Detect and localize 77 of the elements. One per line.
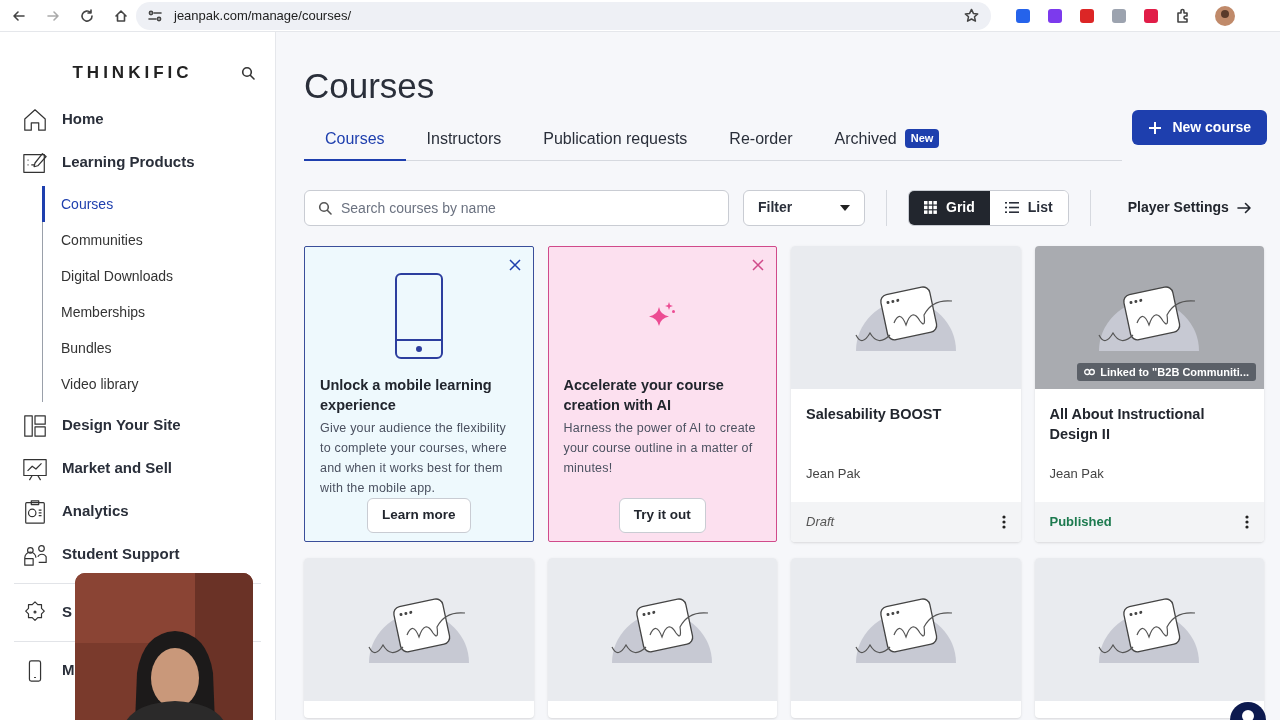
home-icon[interactable]: [114, 8, 128, 23]
link-icon: [1084, 368, 1096, 376]
clipboard-chart-icon: [22, 498, 48, 525]
page-title: Courses: [304, 65, 436, 106]
course-title: Salesability BOOST: [806, 405, 943, 424]
course-card[interactable]: Linked to "B2B Communiti... All About Instructional Design II Jean Pak Published: [1034, 246, 1264, 542]
filter-dropdown[interactable]: Filter: [743, 189, 865, 226]
more-options-icon[interactable]: [1001, 515, 1006, 529]
sidebar-subitem[interactable]: Bundles: [42, 330, 275, 366]
site-settings-icon[interactable]: [148, 9, 162, 22]
promo-description: Give your audience the flexibility to complete your courses, where and when it works best for them with the mobile app.: [320, 420, 508, 497]
sidebar-item[interactable]: Home: [62, 108, 104, 131]
arrow-right-icon: [1236, 201, 1252, 214]
close-icon[interactable]: [508, 259, 521, 271]
address-bar[interactable]: jeanpak.com/manage/courses/: [136, 1, 991, 30]
linked-badge-text: Linked to "B2B Communiti...: [1100, 364, 1249, 380]
course-status: Published: [1049, 513, 1112, 532]
course-card[interactable]: Salesability BOOST Jean Pak Draft: [791, 246, 1021, 542]
tab-label: Instructors: [426, 129, 502, 149]
extension-icon[interactable]: [1047, 7, 1063, 24]
sidebar-item[interactable]: Analytics: [62, 500, 129, 523]
sidebar-item[interactable]: S: [62, 601, 72, 624]
promo-title: Accelerate your course creation with AI: [563, 376, 725, 415]
logo: THINKIFIC: [72, 61, 193, 84]
extension-icon[interactable]: [1143, 7, 1159, 24]
url-text: jeanpak.com/manage/courses/: [174, 6, 353, 25]
reload-icon[interactable]: [80, 8, 94, 23]
course-author: Jean Pak: [1049, 465, 1105, 483]
sidebar-item[interactable]: Market and Sell: [62, 457, 173, 480]
sidebar-subitem[interactable]: Video library: [42, 366, 275, 402]
close-icon[interactable]: [752, 259, 764, 271]
new-badge: New: [904, 129, 940, 148]
sidebar-item[interactable]: Learning Products: [62, 151, 195, 174]
search-icon[interactable]: [240, 65, 255, 80]
sidebar-subitem[interactable]: Memberships: [42, 294, 275, 330]
caret-icon: [840, 204, 850, 211]
view-toggle-button[interactable]: Grid: [909, 190, 990, 225]
promo-title: Unlock a mobile learning experience: [320, 376, 493, 415]
sidebar-subitem[interactable]: Digital Downloads: [42, 258, 275, 294]
search-icon: [318, 200, 332, 215]
tab[interactable]: Instructors: [405, 126, 523, 161]
back-icon[interactable]: [12, 8, 26, 23]
sidebar-subitem[interactable]: Communities: [42, 222, 275, 258]
tab-label: Publication requests: [543, 129, 688, 149]
bookmark-star-icon[interactable]: [964, 8, 979, 23]
puzzle-icon[interactable]: [1175, 7, 1191, 24]
tab-label: Courses: [325, 129, 385, 149]
tab[interactable]: Re-order: [708, 126, 814, 161]
layout-icon: [22, 412, 48, 439]
promo-button[interactable]: Learn more: [367, 498, 471, 533]
avatar-icon[interactable]: [1215, 5, 1235, 26]
sidebar-item[interactable]: Student Support: [62, 543, 180, 566]
player-settings-link[interactable]: Player Settings: [1127, 197, 1252, 218]
promo-button[interactable]: Try it out: [618, 498, 706, 533]
promo-description: Harness the power of AI to create your course outline in a matter of minutes!: [563, 420, 757, 477]
more-options-icon[interactable]: [1245, 515, 1249, 529]
course-title: All About Instructional Design II: [1049, 405, 1206, 444]
search-field[interactable]: Search courses by name: [304, 189, 729, 226]
tab[interactable]: Publication requests: [522, 126, 709, 161]
sidebar-item[interactable]: Design Your Site: [62, 414, 181, 437]
course-author: Jean Pak: [806, 465, 862, 483]
list-icon: [1004, 202, 1019, 213]
grid-icon: [924, 201, 937, 214]
tab[interactable]: Courses: [304, 126, 406, 161]
course-status: Draft: [806, 513, 835, 532]
tab-label: Archived: [834, 129, 897, 149]
new-course-button[interactable]: New course: [1132, 110, 1267, 145]
plus-icon: [1148, 120, 1163, 135]
house-icon: [22, 106, 48, 133]
tab[interactable]: Archived New: [813, 126, 961, 161]
extension-icon[interactable]: [1015, 7, 1031, 24]
chat-icon[interactable]: [1230, 700, 1266, 720]
tab-label: Re-order: [729, 129, 793, 149]
sidebar-subitem[interactable]: Courses: [42, 186, 275, 222]
extension-icon[interactable]: [1079, 7, 1095, 24]
sidebar-item[interactable]: M: [62, 659, 75, 682]
phone-icon: [394, 273, 443, 359]
